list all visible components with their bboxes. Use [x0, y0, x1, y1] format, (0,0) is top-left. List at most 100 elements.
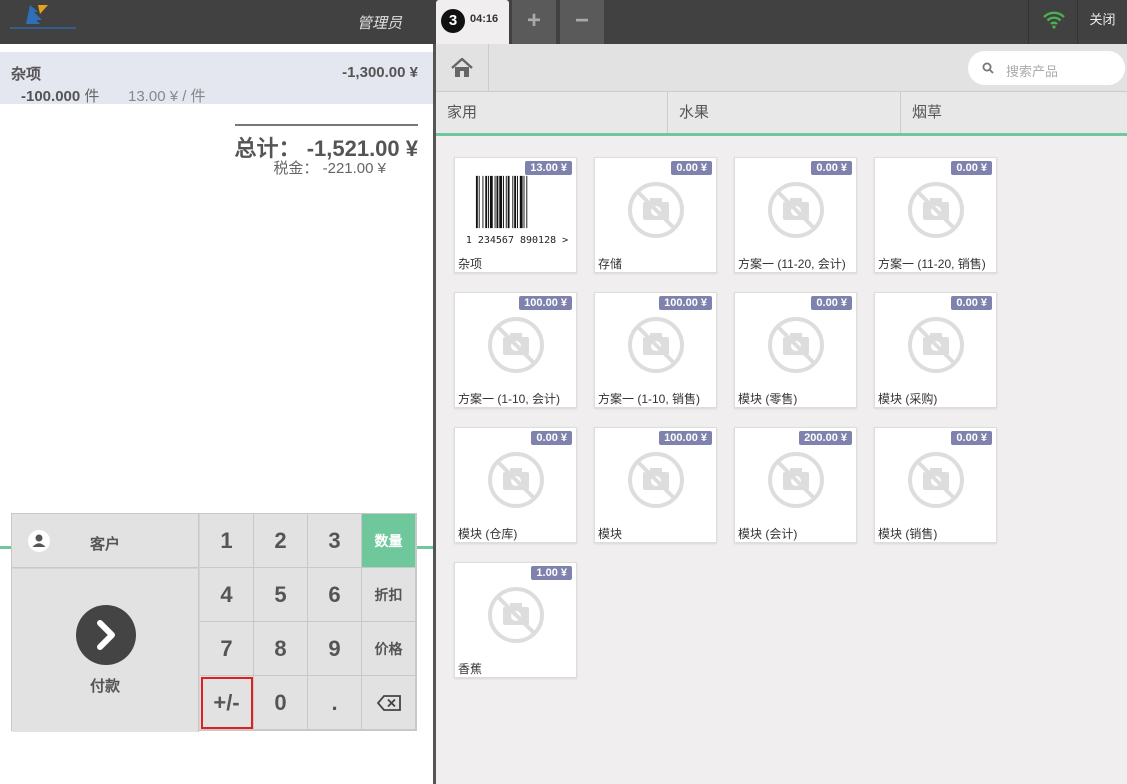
order-line-product: 杂项 [11, 66, 42, 83]
order-number-badge: 3 [441, 9, 465, 33]
order-line-quantity: -100.000 件 [21, 85, 99, 106]
product-price-badge: 0.00 ¥ [951, 296, 992, 310]
product-card[interactable]: 0.00 ¥ 模块 (采购) [874, 292, 997, 408]
home-category-button[interactable] [436, 44, 489, 92]
product-price-badge: 100.00 ¥ [659, 431, 712, 445]
payment-button[interactable]: 付款 [12, 569, 199, 732]
product-price-badge: 0.00 ¥ [531, 431, 572, 445]
pane-divider [433, 44, 436, 784]
category-bar: 家用 水果 烟草 [436, 92, 1127, 136]
new-order-button[interactable]: + [512, 0, 556, 44]
product-name: 存储 [598, 257, 623, 271]
order-line-unit-price: 13.00 ¥ / 件 [128, 88, 206, 105]
backspace-button[interactable] [362, 676, 416, 730]
tax-label: 税金： [273, 160, 319, 177]
order-line-qty-value: -100.000 [21, 88, 81, 105]
category-household[interactable]: 家用 [436, 92, 668, 133]
numpad-key-0[interactable]: 0 [254, 676, 308, 730]
product-card[interactable]: 13.00 ¥ 1 234567 890128 > 杂项 [454, 157, 577, 273]
product-name: 方案一 (11-20, 会计) [738, 257, 846, 271]
control-pad: 客户 付款 1 2 3 数量 4 5 6 折扣 7 8 9 价格 +/- 0 . [11, 513, 417, 732]
tax-value: -221.00 ¥ [322, 160, 386, 177]
search-input[interactable]: 搜索产品 [968, 51, 1125, 85]
product-card[interactable]: 0.00 ¥ 模块 (销售) [874, 427, 997, 543]
product-price-badge: 13.00 ¥ [525, 161, 572, 175]
product-price-badge: 100.00 ¥ [519, 296, 572, 310]
breadcrumb-bar: 搜索产品 [436, 44, 1127, 92]
numpad-key-4[interactable]: 4 [200, 568, 254, 622]
numpad-key-dot[interactable]: . [308, 676, 362, 730]
numpad-key-plus-minus[interactable]: +/- [200, 676, 254, 730]
order-line-price: -1,300.00 ¥ [342, 64, 418, 81]
no-image-icon [626, 450, 686, 510]
numpad-key-8[interactable]: 8 [254, 622, 308, 676]
order-line-selected[interactable]: 杂项 -1,300.00 ¥ -100.000 件 13.00 ¥ / 件 [0, 52, 433, 106]
chevron-right-icon [76, 605, 136, 665]
product-price-badge: 0.00 ¥ [811, 161, 852, 175]
product-card[interactable]: 0.00 ¥ 模块 (仓库) [454, 427, 577, 543]
product-card[interactable]: 100.00 ¥ 方案一 (1-10, 会计) [454, 292, 577, 408]
customer-button[interactable]: 客户 [12, 514, 199, 568]
numpad-key-6[interactable]: 6 [308, 568, 362, 622]
summary-divider [235, 124, 418, 126]
payment-label: 付款 [90, 678, 121, 695]
no-image-icon [486, 450, 546, 510]
product-name: 模块 (采购) [878, 392, 938, 406]
backspace-icon [376, 695, 401, 711]
customer-label: 客户 [90, 536, 121, 553]
order-tab-active[interactable]: 3 04:16 [436, 0, 509, 44]
order-tax: 税金： -221.00 ¥ [273, 157, 386, 178]
category-fruit[interactable]: 水果 [668, 92, 901, 133]
product-name: 方案一 (11-20, 销售) [878, 257, 986, 271]
product-card[interactable]: 0.00 ¥ 模块 (零售) [734, 292, 857, 408]
no-image-icon [766, 180, 826, 240]
product-price-badge: 1.00 ¥ [531, 566, 572, 580]
product-card[interactable]: 100.00 ¥ 方案一 (1-10, 销售) [594, 292, 717, 408]
numpad-key-7[interactable]: 7 [200, 622, 254, 676]
product-name: 模块 (销售) [878, 527, 938, 541]
mode-price-button[interactable]: 价格 [362, 622, 416, 676]
product-card[interactable]: 200.00 ¥ 模块 (会计) [734, 427, 857, 543]
barcode-number: 1 234567 890128 > [465, 235, 569, 246]
numpad-key-2[interactable]: 2 [254, 514, 308, 568]
delete-order-button[interactable]: − [560, 0, 604, 44]
no-image-icon [906, 450, 966, 510]
no-image-icon [626, 315, 686, 375]
wifi-icon [1043, 11, 1065, 29]
company-logo [0, 0, 90, 44]
connection-status[interactable] [1028, 0, 1077, 44]
mode-discount-button[interactable]: 折扣 [362, 568, 416, 622]
numpad-key-9[interactable]: 9 [308, 622, 362, 676]
product-price-badge: 100.00 ¥ [659, 296, 712, 310]
cashier-name[interactable]: 管理员 [357, 12, 402, 33]
product-price-badge: 0.00 ¥ [951, 431, 992, 445]
product-card[interactable]: 0.00 ¥ 存储 [594, 157, 717, 273]
no-image-icon [766, 315, 826, 375]
product-card[interactable]: 1.00 ¥ 香蕉 [454, 562, 577, 678]
search-placeholder: 搜索产品 [1006, 64, 1059, 79]
category-tobacco[interactable]: 烟草 [901, 92, 1127, 133]
product-card[interactable]: 0.00 ¥ 方案一 (11-20, 会计) [734, 157, 857, 273]
no-image-icon [906, 180, 966, 240]
product-name: 模块 (会计) [738, 527, 798, 541]
numpad-key-5[interactable]: 5 [254, 568, 308, 622]
product-card[interactable]: 100.00 ¥ 模块 [594, 427, 717, 543]
mode-quantity-button[interactable]: 数量 [362, 514, 416, 568]
product-price-badge: 0.00 ¥ [811, 296, 852, 310]
product-name: 杂项 [458, 257, 483, 271]
product-name: 香蕉 [458, 662, 483, 676]
barcode-image: 1 234567 890128 > [465, 174, 569, 246]
product-name: 模块 (仓库) [458, 527, 518, 541]
no-image-icon [906, 315, 966, 375]
product-card[interactable]: 0.00 ¥ 方案一 (11-20, 销售) [874, 157, 997, 273]
order-time: 04:16 [470, 13, 499, 25]
user-icon [28, 530, 50, 552]
product-price-badge: 0.00 ¥ [671, 161, 712, 175]
close-button[interactable]: 关闭 [1077, 0, 1127, 44]
top-bar: 管理员 3 04:16 + − 关闭 [0, 0, 1127, 44]
product-name: 方案一 (1-10, 会计) [458, 392, 561, 406]
numpad-key-1[interactable]: 1 [200, 514, 254, 568]
product-price-badge: 0.00 ¥ [951, 161, 992, 175]
numpad-key-3[interactable]: 3 [308, 514, 362, 568]
product-name: 模块 [598, 527, 623, 541]
